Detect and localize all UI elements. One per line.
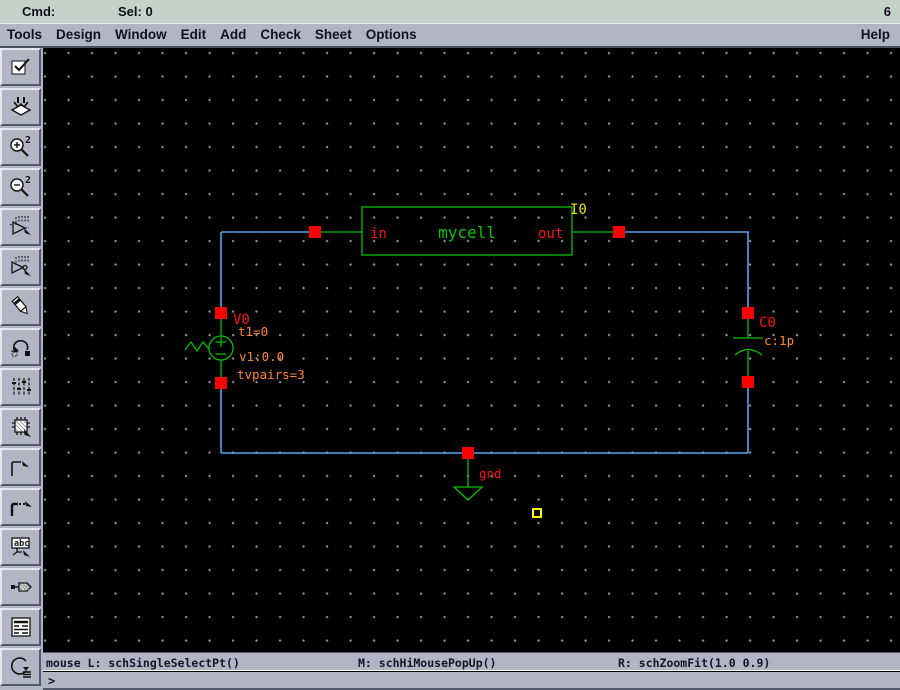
- wire-narrow-button[interactable]: [0, 448, 41, 486]
- stretch-icon: [8, 214, 34, 240]
- save-icon: [8, 94, 34, 120]
- mycell-instance[interactable]: in mycell out I0: [321, 202, 613, 255]
- menu-check[interactable]: Check: [253, 24, 308, 46]
- stretch-button[interactable]: [0, 208, 41, 246]
- pin-square-v0-top: [215, 307, 227, 319]
- prompt-symbol: >: [48, 674, 55, 688]
- copy-button[interactable]: [0, 248, 41, 286]
- command-prompt[interactable]: >: [43, 672, 900, 690]
- svg-text:2: 2: [25, 135, 31, 146]
- pwl-wave-glyph: [185, 342, 209, 351]
- form-icon: [8, 614, 34, 640]
- pin-squares[interactable]: [215, 226, 754, 459]
- wire-wide-icon: [8, 494, 34, 520]
- schematic-canvas[interactable]: in mycell out I0 V0 t1=0 v1:0.0 tvpairs=…: [43, 48, 900, 652]
- vsource-prop-v1[interactable]: v1:0.0: [239, 349, 284, 364]
- wire-wide-button[interactable]: [0, 488, 41, 526]
- instance-name-C0[interactable]: C0: [759, 315, 776, 331]
- mouse-middle-binding: M: schHiMousePopUp(): [358, 656, 496, 670]
- vsource-prop-tvpairs[interactable]: tvpairs=3: [237, 367, 305, 382]
- pin-square-out: [613, 226, 625, 238]
- toolbar: 2 2: [0, 48, 43, 690]
- instance-name-I0[interactable]: I0: [570, 202, 587, 218]
- menu-add[interactable]: Add: [213, 24, 253, 46]
- pin-icon: [8, 574, 34, 600]
- capacitor-prop-c[interactable]: c:1p: [764, 333, 794, 348]
- cell-name-label[interactable]: mycell: [438, 223, 496, 242]
- repeat-icon: [8, 654, 34, 680]
- menu-bar: Tools Design Window Edit Add Check Sheet…: [0, 23, 900, 48]
- property-button[interactable]: [0, 368, 41, 406]
- pin-label-in[interactable]: in: [370, 226, 387, 242]
- ground-symbol[interactable]: [454, 459, 482, 500]
- instance-button[interactable]: [0, 408, 41, 446]
- menu-help[interactable]: Help: [854, 24, 900, 46]
- menu-options[interactable]: Options: [359, 24, 424, 46]
- svg-text:2: 2: [25, 175, 31, 186]
- property-icon: [8, 374, 34, 400]
- pin-square-v0-bottom: [215, 377, 227, 389]
- window-number: 6: [884, 4, 891, 19]
- instance-icon: [8, 414, 34, 440]
- vsource-symbol[interactable]: [185, 319, 233, 377]
- copy-icon: [8, 254, 34, 280]
- mouse-left-binding: mouse L: schSingleSelectPt(): [46, 656, 240, 670]
- check-and-save-icon: [8, 54, 34, 80]
- zoom-out-2x-button[interactable]: 2: [0, 168, 41, 206]
- vsource-prop-t1[interactable]: t1=0: [238, 324, 268, 339]
- menu-design[interactable]: Design: [49, 24, 108, 46]
- zoom-out-2x-icon: 2: [8, 174, 34, 200]
- menu-edit[interactable]: Edit: [174, 24, 214, 46]
- menu-tools[interactable]: Tools: [0, 24, 49, 46]
- undo-button[interactable]: [0, 328, 41, 366]
- wire-label-icon: abc: [8, 534, 34, 560]
- selection-count: Sel: 0: [118, 4, 153, 19]
- mouse-right-binding: R: schZoomFit(1.0 0.9): [618, 656, 770, 670]
- form-button[interactable]: [0, 608, 41, 646]
- pin-square-c0-bottom: [742, 376, 754, 388]
- delete-button[interactable]: [0, 288, 41, 326]
- origin-marker: [533, 509, 541, 517]
- menu-window[interactable]: Window: [108, 24, 174, 46]
- status-bar: mouse L: schSingleSelectPt() M: schHiMou…: [43, 652, 900, 671]
- cmd-label: Cmd:: [22, 4, 55, 19]
- menu-sheet[interactable]: Sheet: [308, 24, 359, 46]
- pin-label-out[interactable]: out: [538, 226, 563, 242]
- delete-icon: [8, 294, 34, 320]
- wire-label-button[interactable]: abc: [0, 528, 41, 566]
- svg-text:abc: abc: [14, 539, 29, 549]
- pin-square-in: [309, 226, 321, 238]
- ground-net-label[interactable]: gnd: [479, 466, 502, 481]
- undo-icon: [8, 334, 34, 360]
- save-button[interactable]: [0, 88, 41, 126]
- wire-narrow-icon: [8, 454, 34, 480]
- zoom-in-2x-icon: 2: [8, 134, 34, 160]
- pin-square-gnd: [462, 447, 474, 459]
- repeat-button[interactable]: [0, 648, 41, 686]
- command-bar: Cmd: Sel: 0 6: [0, 0, 900, 23]
- net-wires[interactable]: [221, 232, 749, 453]
- check-and-save-button[interactable]: [0, 48, 41, 86]
- pin-square-c0-top: [742, 307, 754, 319]
- pin-button[interactable]: [0, 568, 41, 606]
- zoom-in-2x-button[interactable]: 2: [0, 128, 41, 166]
